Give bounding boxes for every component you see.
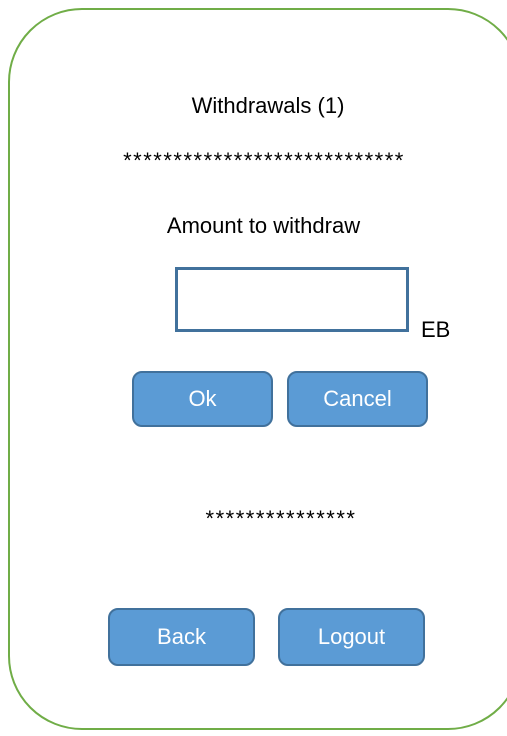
- currency-unit-label: EB: [421, 317, 451, 342]
- amount-input[interactable]: [175, 267, 409, 332]
- ok-button[interactable]: Ok: [132, 371, 273, 427]
- back-button[interactable]: Back: [108, 608, 255, 666]
- masked-balance-text: ***************: [205, 506, 357, 531]
- masked-account-text: ****************************: [123, 148, 405, 173]
- logout-button[interactable]: Logout: [278, 608, 425, 666]
- amount-label: Amount to withdraw: [166, 213, 361, 238]
- screen-title: Withdrawals (1): [191, 93, 345, 118]
- cancel-button[interactable]: Cancel: [287, 371, 428, 427]
